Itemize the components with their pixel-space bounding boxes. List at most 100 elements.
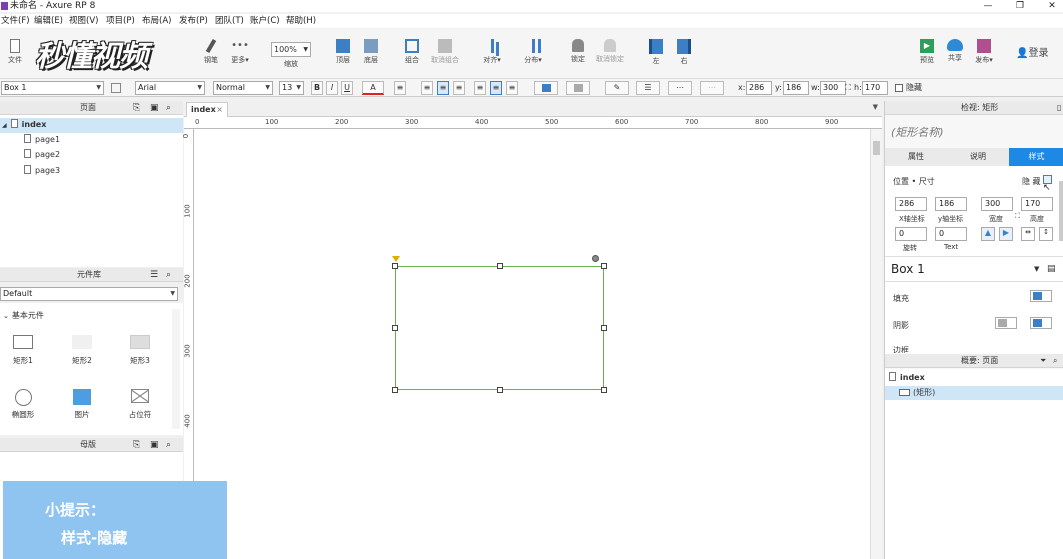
outline-item-rectangle[interactable]: (矩形) [885,386,1063,400]
distribute-button[interactable]: 分布▾ [520,29,546,77]
widget-rect1[interactable]: 矩形1 [0,335,48,366]
library-scrollbar[interactable] [172,309,180,429]
fill-color-swatch[interactable] [1030,290,1052,302]
right-button[interactable]: 右 [673,29,695,77]
section-basic[interactable]: ⌄ 基本元件 [3,309,44,323]
minimize-button[interactable]: — [978,0,998,12]
bring-to-front-button[interactable]: 顶层 [331,29,355,77]
hide-checkbox[interactable] [895,84,903,92]
widget-placeholder[interactable]: 占位符 [115,389,165,420]
page-item-page3[interactable]: page3 [24,164,60,178]
left-button[interactable]: 左 [645,29,667,77]
align-right-button[interactable]: ≡ [453,81,465,95]
search-icon[interactable]: ⌕ [166,101,171,115]
underline-button[interactable]: U [341,81,353,95]
add-folder-icon[interactable]: ▣ [150,438,159,452]
menu-help[interactable]: 帮助(H) [286,14,316,28]
menu-account[interactable]: 账户(C) [250,14,280,28]
close-icon[interactable]: × [216,103,223,117]
page-item-index[interactable]: ◢ index [0,118,183,133]
x-input[interactable]: 286 [746,81,772,95]
widget-name-select[interactable]: Box 1 ▼ [1,81,104,95]
page-icon[interactable]: ▯ [1057,101,1061,115]
valign-middle-button[interactable]: ≡ [490,81,502,95]
corner-radius-handle[interactable] [392,256,400,262]
menu-file[interactable]: 文件(F) [1,14,30,28]
tab-notes[interactable]: 说明 [947,148,1009,166]
fit-width-icon[interactable]: ⇹ [1021,227,1035,241]
tab-style[interactable]: 样式 [1009,148,1063,166]
arrow-style-button[interactable]: ⋯ [700,81,724,95]
widget-ellipse[interactable]: 椭圆形 [0,389,48,420]
share-button[interactable]: 共享 [943,29,967,77]
lock-button[interactable]: 锁定 [566,29,590,77]
chevron-down-icon[interactable]: ▼ [1034,265,1039,273]
line-width-button[interactable]: ☰ [636,81,660,95]
preview-button[interactable]: ▶ 预览 [915,29,939,77]
pen-button[interactable]: 钢笔 [198,29,224,77]
widget-image[interactable]: 图片 [57,389,107,420]
resize-handle[interactable] [601,387,607,393]
page-item-page1[interactable]: page1 [24,133,60,147]
canvas-scrollbar[interactable] [870,129,882,559]
h-input[interactable]: 170 [862,81,888,95]
fill-color-button[interactable] [534,81,558,95]
resize-handle[interactable] [601,263,607,269]
menu-edit[interactable]: 编辑(E) [34,14,63,28]
lock-ratio-icon[interactable]: ⛶ [1015,212,1020,221]
search-icon[interactable]: ⌕ [166,268,171,282]
add-master-icon[interactable]: ⎘ [133,438,140,452]
flip-vertical-icon[interactable]: ▲ [981,227,995,241]
close-button[interactable]: ✕ [1042,0,1062,12]
menu-publish[interactable]: 发布(P) [179,14,208,28]
page-item-page2[interactable]: page2 [24,148,60,162]
resize-handle[interactable] [392,263,398,269]
library-select[interactable]: Default ▼ [0,287,178,301]
more-button[interactable]: ••• 更多▾ [226,29,254,77]
line-color-button[interactable]: ✎ [605,81,629,95]
resize-handle[interactable] [392,325,398,331]
shadow-button[interactable] [566,81,590,95]
send-to-back-button[interactable]: 底层 [359,29,383,77]
menu-icon[interactable]: ☰ [150,268,158,282]
text-rotation-field[interactable]: 0 [935,227,967,241]
group-button[interactable]: 组合 [400,29,424,77]
rotation-handle[interactable] [592,255,599,262]
unlock-button[interactable]: 取消锁定 [594,29,626,77]
filter-icon[interactable]: ⏷ [1040,354,1046,368]
bullet-list-button[interactable]: ≡ [394,81,406,95]
file-button[interactable]: 文件 [0,29,30,77]
style-name-row[interactable]: Box 1 ▼ ▤ [885,256,1063,282]
publish-button[interactable]: 发布▾ [971,29,997,77]
font-size-select[interactable]: 13 ▼ [279,81,304,95]
font-select[interactable]: Arial ▼ [135,81,205,95]
outline-item-index[interactable]: index [889,371,925,385]
login-button[interactable]: 👤登录 [1016,44,1048,59]
rotation-field[interactable]: 0 [895,227,927,241]
add-folder-icon[interactable]: ▣ [150,101,159,115]
y-field[interactable]: 186 [935,197,967,211]
fit-height-icon[interactable]: ↕ [1039,227,1053,241]
italic-button[interactable]: I [326,81,338,95]
w-input[interactable]: 300 [820,81,846,95]
align-button[interactable]: 对齐▾ [479,29,505,77]
widget-rect3[interactable]: 矩形3 [115,335,165,366]
menu-team[interactable]: 团队(T) [215,14,244,28]
font-color-button[interactable]: A [362,81,384,95]
line-style-button[interactable]: ⋯ [668,81,692,95]
inner-shadow-swatch[interactable] [1030,317,1052,329]
scroll-thumb[interactable] [873,141,880,155]
y-input[interactable]: 186 [783,81,809,95]
resize-handle[interactable] [497,387,503,393]
chevron-down-icon[interactable]: ▼ [873,103,878,111]
align-left-button[interactable]: ≡ [421,81,433,95]
resize-handle[interactable] [392,387,398,393]
valign-bottom-button[interactable]: ≡ [506,81,518,95]
resize-handle[interactable] [601,325,607,331]
inspector-scroll-thumb[interactable] [1059,181,1063,241]
align-center-button[interactable]: ≡ [437,81,449,95]
tab-index[interactable]: index × [186,102,228,117]
restore-button[interactable]: ❐ [1010,0,1030,12]
rectangle-widget[interactable] [395,266,604,390]
menu-view[interactable]: 视图(V) [69,14,98,28]
